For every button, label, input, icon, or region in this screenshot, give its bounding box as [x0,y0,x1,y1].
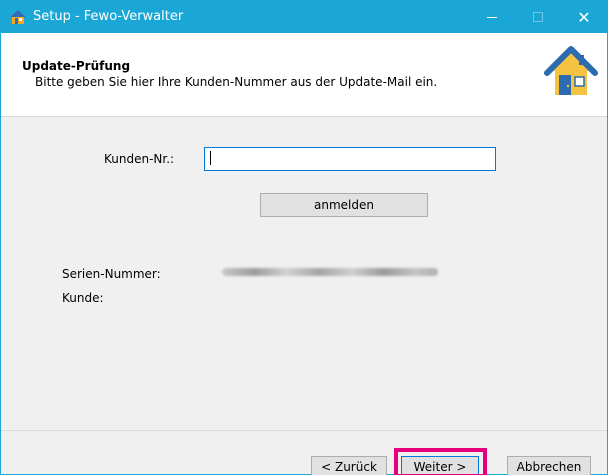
wizard-content: Kunden-Nr.: anmelden Serien-Nummer: Kund… [1,118,607,430]
next-button-highlight [394,448,487,475]
wizard-footer: < Zurück Weiter > Abbrechen [1,430,607,475]
minimize-button[interactable] [469,1,515,33]
cancel-button[interactable]: Abbrechen [507,456,591,475]
house-icon [544,46,598,95]
back-button[interactable]: < Zurück [311,456,387,475]
maximize-button[interactable] [515,1,561,33]
kunden-nr-label: Kunden-Nr.: [104,152,175,166]
close-button[interactable]: ✕ [561,1,607,33]
setup-window: Setup - Fewo-Verwalter ✕ Update-Prüfung … [0,0,608,475]
serien-nummer-value-redacted [222,268,438,276]
page-subtitle: Bitte geben Sie hier Ihre Kunden-Nummer … [35,75,438,89]
anmelden-button[interactable]: anmelden [260,193,428,217]
wizard-header: Update-Prüfung Bitte geben Sie hier Ihre… [1,33,607,117]
title-bar[interactable]: Setup - Fewo-Verwalter ✕ [1,1,607,33]
minimize-icon [487,16,497,18]
house-app-icon [10,10,26,24]
window-title: Setup - Fewo-Verwalter [33,9,184,24]
kunden-nr-input[interactable] [204,147,496,171]
kunde-label: Kunde: [62,291,104,305]
maximize-icon [533,12,543,22]
close-icon: ✕ [577,7,591,27]
page-title: Update-Prüfung [22,59,131,73]
serien-nummer-label: Serien-Nummer: [62,267,161,281]
